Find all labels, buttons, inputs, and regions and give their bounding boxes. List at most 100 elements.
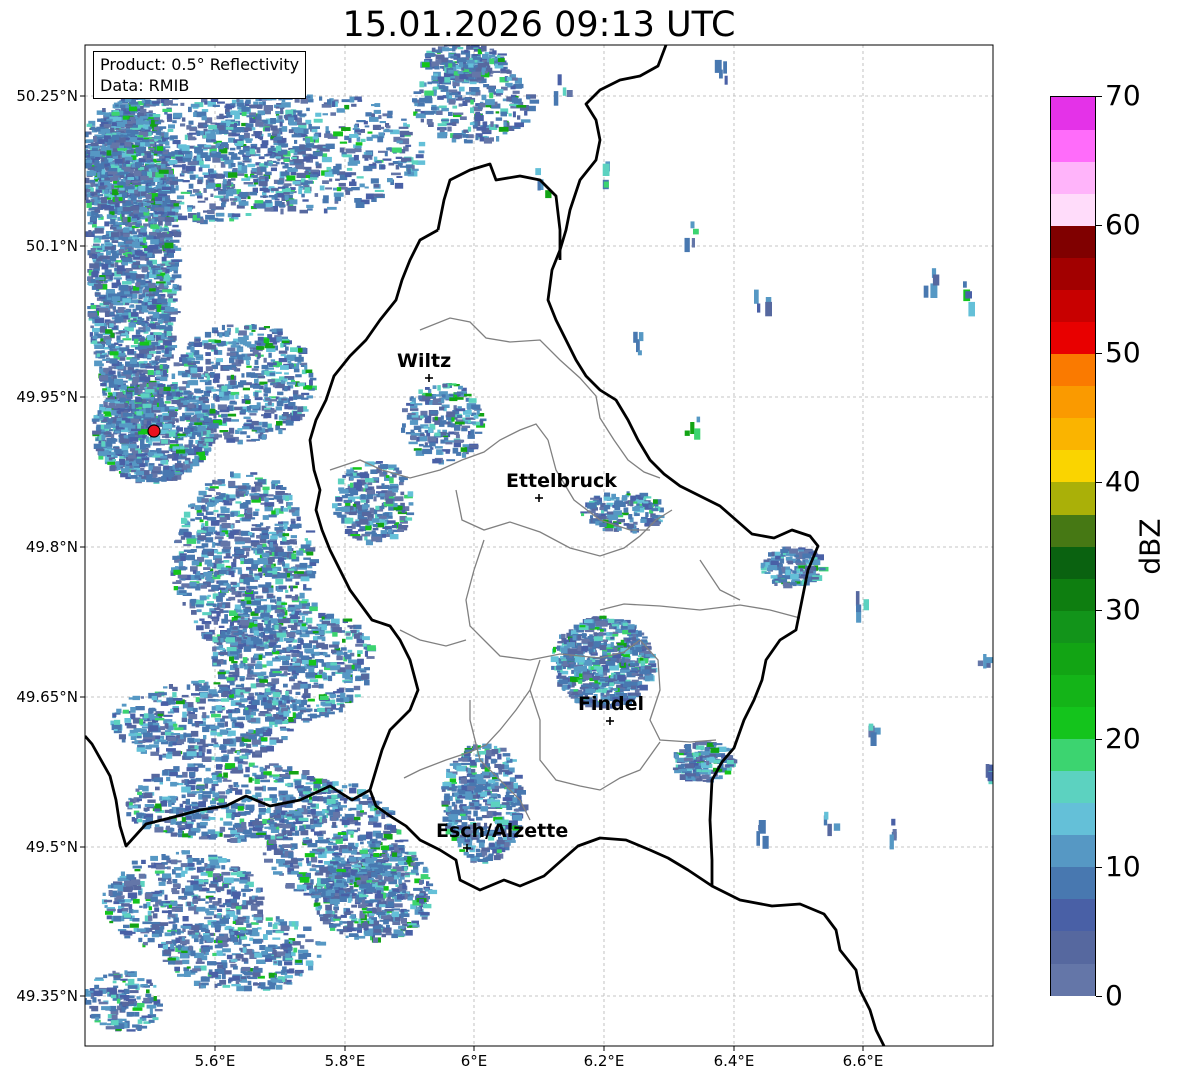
echo-cell bbox=[292, 181, 301, 185]
echo-cell bbox=[94, 196, 98, 201]
echo-cell bbox=[90, 215, 97, 222]
echo-cell bbox=[322, 198, 329, 204]
echo-cell bbox=[218, 145, 224, 150]
echo-cell bbox=[330, 112, 336, 116]
echo-cell bbox=[271, 328, 277, 333]
echo-cell bbox=[230, 588, 234, 592]
echo-cell bbox=[148, 126, 152, 130]
echo-cell bbox=[127, 349, 135, 355]
echo-cell bbox=[139, 376, 150, 381]
echo-cell bbox=[229, 427, 235, 434]
echo-cell bbox=[171, 391, 176, 397]
echo-cell bbox=[139, 116, 149, 119]
echo-cell bbox=[94, 167, 102, 171]
echo-cell bbox=[384, 128, 390, 132]
echo-cell bbox=[228, 596, 236, 601]
echo-cell bbox=[264, 161, 268, 166]
echo-cell bbox=[77, 163, 85, 168]
echo-cell bbox=[218, 190, 226, 195]
echo-cell bbox=[74, 175, 80, 178]
echo-cell bbox=[258, 156, 265, 160]
echo-cell bbox=[267, 362, 277, 366]
echo-cell bbox=[249, 332, 254, 336]
echo-cell bbox=[236, 347, 243, 352]
echo-cell bbox=[91, 254, 98, 257]
echo-cell bbox=[109, 397, 115, 400]
echo-cell bbox=[365, 152, 372, 156]
echo-cell bbox=[298, 189, 303, 195]
echo-cell bbox=[110, 219, 116, 225]
echo-cell bbox=[230, 156, 241, 160]
echo-cell bbox=[269, 541, 273, 548]
echo-cell bbox=[153, 332, 162, 335]
echo-cell bbox=[114, 316, 124, 323]
echo-cell bbox=[184, 444, 189, 448]
echo-cell bbox=[278, 429, 283, 435]
echo-cell bbox=[144, 453, 148, 456]
echo-cell bbox=[178, 532, 185, 535]
echo-cell bbox=[264, 171, 272, 176]
echo-cell bbox=[94, 128, 101, 132]
echo-cell bbox=[89, 263, 100, 269]
echo-cell bbox=[267, 133, 271, 137]
echo-cell bbox=[245, 213, 252, 216]
echo-cell bbox=[268, 352, 272, 358]
echo-cell bbox=[81, 170, 85, 174]
echo-cell bbox=[214, 549, 219, 554]
echo-cell bbox=[214, 434, 222, 438]
echo-cell bbox=[148, 282, 156, 289]
echo-cell bbox=[139, 443, 146, 450]
echo-cell bbox=[160, 455, 169, 459]
echo-cell bbox=[241, 106, 250, 112]
echo-cell bbox=[269, 195, 277, 198]
echo-cell bbox=[137, 300, 142, 304]
echo-cell bbox=[122, 338, 132, 341]
echo-cell bbox=[354, 198, 362, 203]
echo-cell bbox=[418, 150, 425, 154]
echo-cell bbox=[153, 249, 162, 254]
echo-cell bbox=[266, 153, 272, 156]
echo-cell bbox=[152, 361, 160, 364]
echo-cell bbox=[137, 424, 141, 430]
echo-cell bbox=[264, 207, 274, 212]
echo-cell bbox=[156, 345, 165, 350]
echo-cell bbox=[259, 605, 268, 610]
echo-cell bbox=[110, 127, 115, 133]
echo-cell bbox=[288, 117, 295, 124]
echo-cell bbox=[272, 342, 278, 345]
echo-cell bbox=[245, 400, 251, 404]
echo-cell bbox=[159, 364, 163, 369]
echo-cell bbox=[305, 119, 312, 125]
echo-cell bbox=[198, 451, 205, 457]
echo-cell bbox=[188, 344, 192, 347]
echo-cell bbox=[378, 115, 382, 119]
echo-cell bbox=[359, 183, 365, 188]
echo-cell bbox=[290, 575, 294, 579]
echo-cell bbox=[210, 520, 220, 526]
echo-cell bbox=[127, 253, 132, 259]
echo-cell bbox=[153, 126, 160, 131]
echo-cell bbox=[119, 357, 126, 361]
echo-cell bbox=[91, 418, 100, 422]
echo-cell bbox=[270, 535, 278, 540]
echo-cell bbox=[143, 202, 150, 206]
echo-cell bbox=[103, 411, 111, 414]
echo-cell bbox=[261, 140, 269, 146]
echo-cell bbox=[126, 129, 133, 133]
echo-cell bbox=[119, 423, 129, 428]
echo-cell bbox=[87, 222, 93, 225]
echo-cell bbox=[205, 521, 209, 526]
echo-cell bbox=[154, 135, 162, 140]
echo-cell bbox=[277, 140, 285, 144]
echo-cell bbox=[386, 115, 393, 119]
echo-cell bbox=[135, 162, 142, 167]
echo-cell bbox=[140, 142, 146, 147]
echo-cell bbox=[183, 511, 191, 518]
echo-cell bbox=[109, 465, 116, 472]
echo-cell bbox=[187, 362, 196, 366]
echo-cell bbox=[223, 365, 231, 370]
echo-cell bbox=[219, 391, 224, 397]
echo-cell bbox=[88, 230, 92, 236]
echo-cell bbox=[303, 156, 311, 162]
echo-cell bbox=[203, 415, 208, 419]
